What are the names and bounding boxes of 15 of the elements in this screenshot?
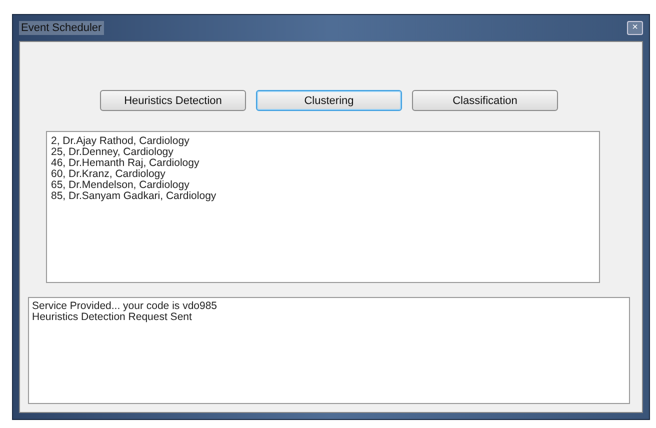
output-box[interactable]: Service Provided... your code is vdo985 Heuristics Detection Request Sent xyxy=(28,297,630,404)
output-line: Service Provided... your code is vdo985 xyxy=(32,301,218,312)
close-button[interactable]: × xyxy=(627,21,643,35)
list-item[interactable]: 60, Dr.Kranz, Cardiology xyxy=(51,169,595,180)
doctor-list[interactable]: 2, Dr.Ajay Rathod, Cardiology 25, Dr.Denney, Cardiology 46, Dr.Hemanth Raj, Cardiology 60, Dr.Kranz, Cardiology 65, Dr.Mendelson, Cardiology 85, Dr.Sanyam Gadkari, Cardiology xyxy=(46,131,600,283)
action-button[interactable]: Clustering xyxy=(256,90,402,111)
window-title: Event Scheduler xyxy=(19,21,104,35)
list-item[interactable]: 46, Dr.Hemanth Raj, Cardiology xyxy=(51,158,595,169)
list-item[interactable]: 25, Dr.Denney, Cardiology xyxy=(51,147,595,158)
action-button[interactable]: Heuristics Detection xyxy=(100,90,246,111)
list-item[interactable]: 65, Dr.Mendelson, Cardiology xyxy=(51,180,595,191)
list-item[interactable]: 2, Dr.Ajay Rathod, Cardiology xyxy=(51,136,595,147)
output-line: Heuristics Detection Request Sent xyxy=(32,312,193,323)
action-button[interactable]: Classification xyxy=(412,90,558,111)
list-item[interactable]: 85, Dr.Sanyam Gadkari, Cardiology xyxy=(51,191,595,202)
